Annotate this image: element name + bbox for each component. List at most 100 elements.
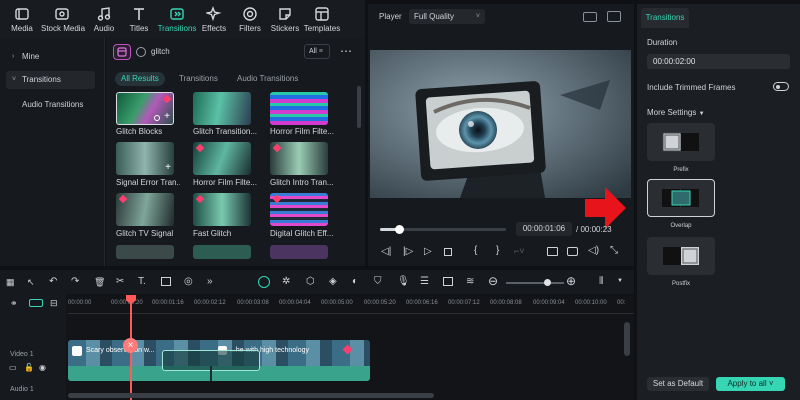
sidebar-item-mine[interactable]: › Mine	[6, 48, 95, 66]
display-icon[interactable]	[547, 247, 558, 256]
undo-icon[interactable]: ↶	[49, 276, 57, 287]
microphone-icon[interactable]: 🎙	[397, 276, 410, 287]
transition-thumbnail[interactable]	[116, 193, 174, 226]
favorite-toggle-button[interactable]	[113, 44, 131, 60]
close-icon[interactable]: ×	[123, 338, 138, 353]
tab-transitions[interactable]: Transitions	[173, 72, 224, 86]
play-icon[interactable]: ▷	[424, 246, 432, 257]
preview-frame	[370, 50, 631, 198]
apply-to-all-button[interactable]: Apply to all ˅	[716, 377, 785, 391]
folder-icon[interactable]: ▭	[9, 363, 17, 372]
quality-value: Full Quality	[414, 12, 455, 21]
quality-dropdown[interactable]: Full Quality ˅	[409, 9, 485, 24]
timeline-horizontal-scrollbar[interactable]	[68, 393, 434, 398]
transition-thumbnail[interactable]	[270, 193, 328, 226]
snapshot-view-icon[interactable]	[607, 11, 621, 22]
align-postfix-option[interactable]	[647, 237, 715, 275]
snap-icon[interactable]: ✲	[282, 276, 290, 287]
toolbar-transitions[interactable]: Transitions	[156, 4, 198, 36]
add-icon[interactable]: +	[164, 111, 170, 122]
align-prefix-option[interactable]	[647, 123, 715, 161]
ai-tool-icon[interactable]	[258, 276, 270, 288]
mark-in-icon[interactable]: {	[474, 245, 477, 256]
track-settings-icon[interactable]: ⊟	[50, 298, 58, 309]
chevron-right-icon: ›	[12, 53, 15, 60]
volume-icon[interactable]: ◁)	[588, 245, 599, 256]
pip-icon[interactable]	[443, 277, 453, 286]
scissors-icon[interactable]: ✂	[116, 276, 124, 287]
zoom-slider-knob[interactable]	[543, 279, 551, 286]
add-icon[interactable]: +	[165, 162, 171, 173]
magnet-icon[interactable]	[29, 299, 43, 307]
set-default-button[interactable]: Set as Default	[647, 377, 709, 391]
tab-label: Transitions	[179, 74, 218, 83]
redo-icon[interactable]: ↷	[71, 276, 79, 287]
clip-play-icon	[72, 346, 82, 356]
next-frame-icon[interactable]: |▷	[403, 246, 413, 257]
toolbar-media[interactable]: Media	[1, 4, 43, 36]
select-tool-icon[interactable]: ↖	[27, 277, 35, 288]
crop-icon[interactable]	[161, 277, 171, 286]
search-input[interactable]: glitch	[136, 44, 298, 60]
columns-icon[interactable]: ⦀	[599, 276, 603, 287]
zoom-slider[interactable]	[506, 279, 564, 286]
ruler-tick: 00:00:01:16	[152, 300, 184, 306]
tab-all-results[interactable]: All Results	[115, 72, 165, 86]
search-icon	[136, 46, 146, 57]
eye-icon[interactable]: ◉	[39, 363, 46, 372]
transition-thumbnail[interactable]	[270, 142, 328, 175]
transition-thumbnail[interactable]	[193, 92, 251, 125]
toolbar-titles[interactable]: Titles	[118, 4, 160, 36]
grid-icon[interactable]: ▦	[6, 277, 15, 288]
tab-audio-transitions[interactable]: Audio Transitions	[231, 72, 304, 86]
sidebar-item-transitions[interactable]: ˅ Transitions	[6, 71, 95, 89]
current-time-readout[interactable]: 00:00:01:06	[516, 222, 572, 236]
timeline-vertical-scrollbar[interactable]	[624, 322, 630, 356]
zoom-out-icon[interactable]: ⊖	[488, 274, 498, 288]
more-settings-toggle[interactable]: More Settings ▼	[647, 108, 705, 117]
transition-thumbnail[interactable]	[270, 245, 328, 259]
download-icon[interactable]	[154, 115, 160, 121]
toolbar-stock-media[interactable]: Stock Media	[41, 4, 85, 36]
more-options-icon[interactable]: ⋯	[340, 44, 352, 58]
camera-icon[interactable]	[567, 247, 578, 256]
color-icon[interactable]: ◎	[184, 276, 193, 287]
grid-view-icon[interactable]	[583, 12, 597, 22]
transition-thumbnail[interactable]	[193, 142, 251, 175]
link-icon[interactable]: ⚭	[10, 298, 18, 309]
playback-scrubber[interactable]	[394, 225, 404, 234]
keyframe-icon[interactable]: ◈	[329, 276, 337, 287]
fullscreen-icon[interactable]: ⤡	[610, 245, 618, 256]
layers-icon[interactable]: ☰	[420, 276, 429, 287]
transition-thumbnail[interactable]	[116, 245, 174, 259]
transition-thumbnail[interactable]	[193, 193, 251, 226]
transition-thumbnail[interactable]: +	[116, 142, 174, 175]
library-scrollbar[interactable]	[357, 86, 361, 128]
toolbar-stickers[interactable]: Stickers	[264, 4, 306, 36]
transition-thumbnail[interactable]	[193, 245, 251, 259]
more-tools-icon[interactable]: »	[207, 276, 213, 287]
transition-thumbnail[interactable]: +	[116, 92, 174, 125]
shield-icon[interactable]: ⛉	[374, 276, 382, 287]
filter-dropdown[interactable]: All ≡	[304, 44, 330, 59]
delete-icon[interactable]: 🗑	[94, 277, 105, 288]
transition-thumbnail[interactable]	[270, 92, 328, 125]
lock-icon[interactable]: 🔓	[24, 363, 34, 372]
sidebar-item-audio-transitions[interactable]: Audio Transitions	[6, 96, 95, 114]
audio-wave-icon[interactable]: ≋	[466, 276, 474, 287]
duration-input[interactable]: 00:00:02:00	[647, 54, 790, 69]
playback-progress-track[interactable]	[380, 225, 506, 234]
tab-transitions-properties[interactable]: Transitions	[641, 8, 689, 28]
include-trimmed-toggle[interactable]	[773, 82, 789, 91]
speed-icon[interactable]: ◐	[352, 276, 358, 287]
caret-down-icon[interactable]: ▼	[617, 278, 623, 284]
stop-icon[interactable]	[444, 248, 452, 256]
mark-out-icon[interactable]: }	[496, 245, 499, 256]
align-overlap-option[interactable]	[647, 179, 715, 217]
marker-icon[interactable]: ⬡	[306, 276, 315, 287]
split-marker-icon[interactable]: ⌐˅	[514, 246, 525, 256]
toolbar-templates[interactable]: Templates	[301, 4, 343, 36]
text-tool-icon[interactable]: T.	[138, 276, 146, 287]
previous-frame-icon[interactable]: ◁|	[381, 246, 391, 257]
zoom-in-icon[interactable]: ⊕	[566, 274, 576, 288]
